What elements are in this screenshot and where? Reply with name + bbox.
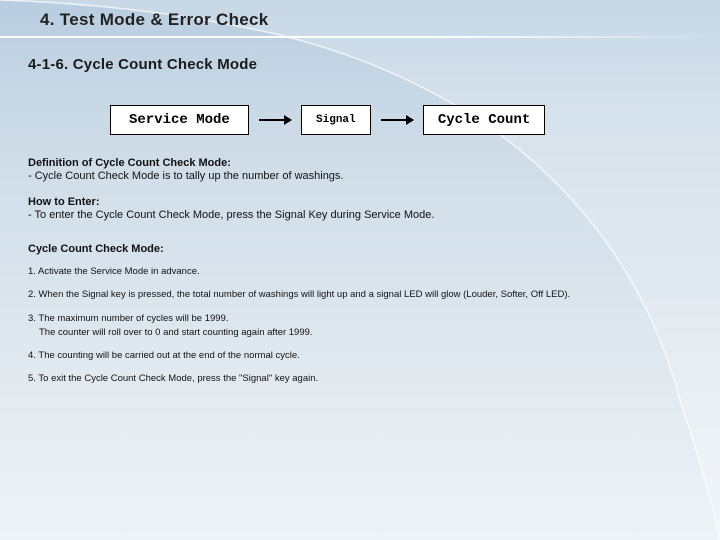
flow-box-service-mode: Service Mode [110,105,249,135]
steps-list: 1. Activate the Service Mode in advance.… [28,265,692,387]
definition-text: - Cycle Count Check Mode is to tally up … [28,170,692,182]
step-3: 3. The maximum number of cycles will be … [28,312,692,341]
section-title: 4-1-6. Cycle Count Check Mode [0,38,720,73]
definition-block: Definition of Cycle Count Check Mode: - … [28,157,692,182]
step-4: 4. The counting will be carried out at t… [28,349,692,363]
page-title: 4. Test Mode & Error Check [0,0,720,36]
mode-block: Cycle Count Check Mode: [28,243,692,255]
step-2: 2. When the Signal key is pressed, the t… [28,288,692,302]
arrow-icon [381,119,413,121]
flow-box-signal: Signal [301,105,371,135]
how-to-enter-title: How to Enter: [28,196,692,208]
step-5: 5. To exit the Cycle Count Check Mode, p… [28,372,692,386]
mode-title: Cycle Count Check Mode: [28,243,692,255]
flow-box-cycle-count: Cycle Count [423,105,545,135]
definition-title: Definition of Cycle Count Check Mode: [28,157,692,169]
arrow-icon [259,119,291,121]
flow-diagram: Service Mode Signal Cycle Count [110,105,720,135]
how-to-enter-block: How to Enter: - To enter the Cycle Count… [28,196,692,221]
step-1: 1. Activate the Service Mode in advance. [28,265,692,279]
how-to-enter-text: - To enter the Cycle Count Check Mode, p… [28,209,692,221]
